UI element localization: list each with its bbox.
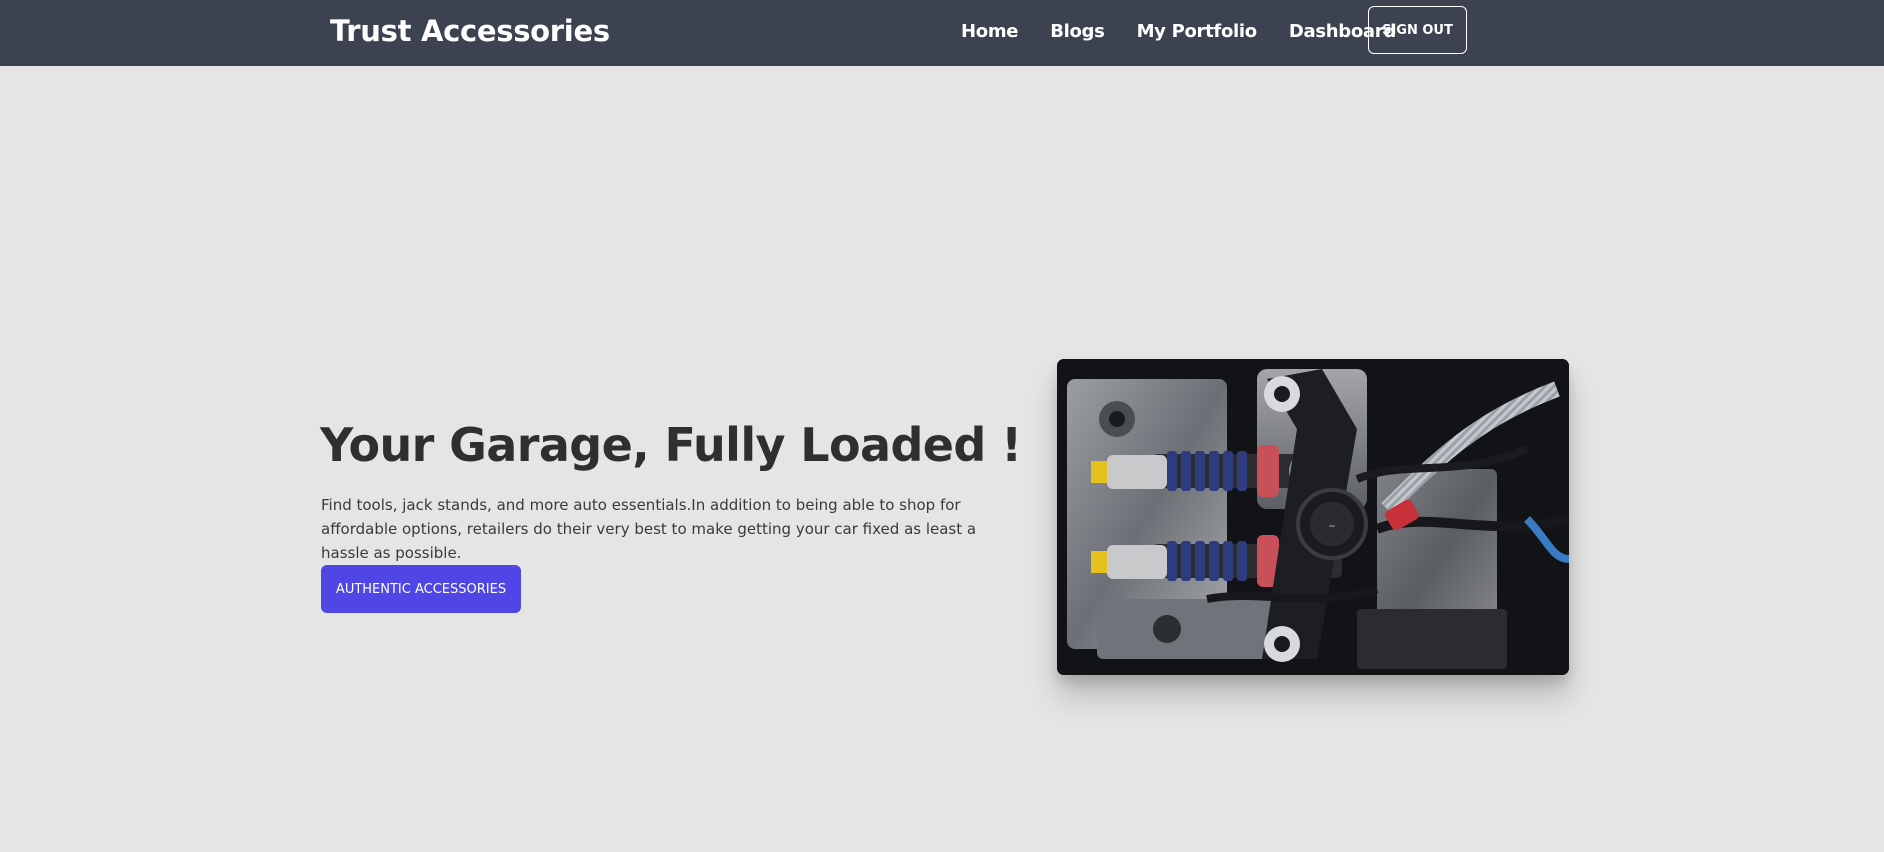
authentic-accessories-button[interactable]: AUTHENTIC ACCESSORIES xyxy=(321,565,521,613)
hero-description: Find tools, jack stands, and more auto e… xyxy=(321,496,977,562)
svg-text:~: ~ xyxy=(1328,522,1336,532)
primary-nav: Home Blogs My Portfolio Dashboard xyxy=(961,21,1396,42)
top-navbar: Trust Accessories Home Blogs My Portfoli… xyxy=(0,0,1884,66)
nav-link-home[interactable]: Home xyxy=(961,21,1019,42)
brand-logo-text[interactable]: Trust Accessories xyxy=(330,14,610,48)
engine-illustration: ~ xyxy=(1057,359,1569,675)
nav-link-blogs[interactable]: Blogs xyxy=(1050,21,1105,42)
hero-title: Your Garage, Fully Loaded ! xyxy=(320,418,1022,472)
sign-out-button[interactable]: SIGN OUT xyxy=(1368,6,1467,54)
engine-photo: ~ xyxy=(1057,359,1569,675)
nav-link-my-portfolio[interactable]: My Portfolio xyxy=(1137,21,1258,42)
